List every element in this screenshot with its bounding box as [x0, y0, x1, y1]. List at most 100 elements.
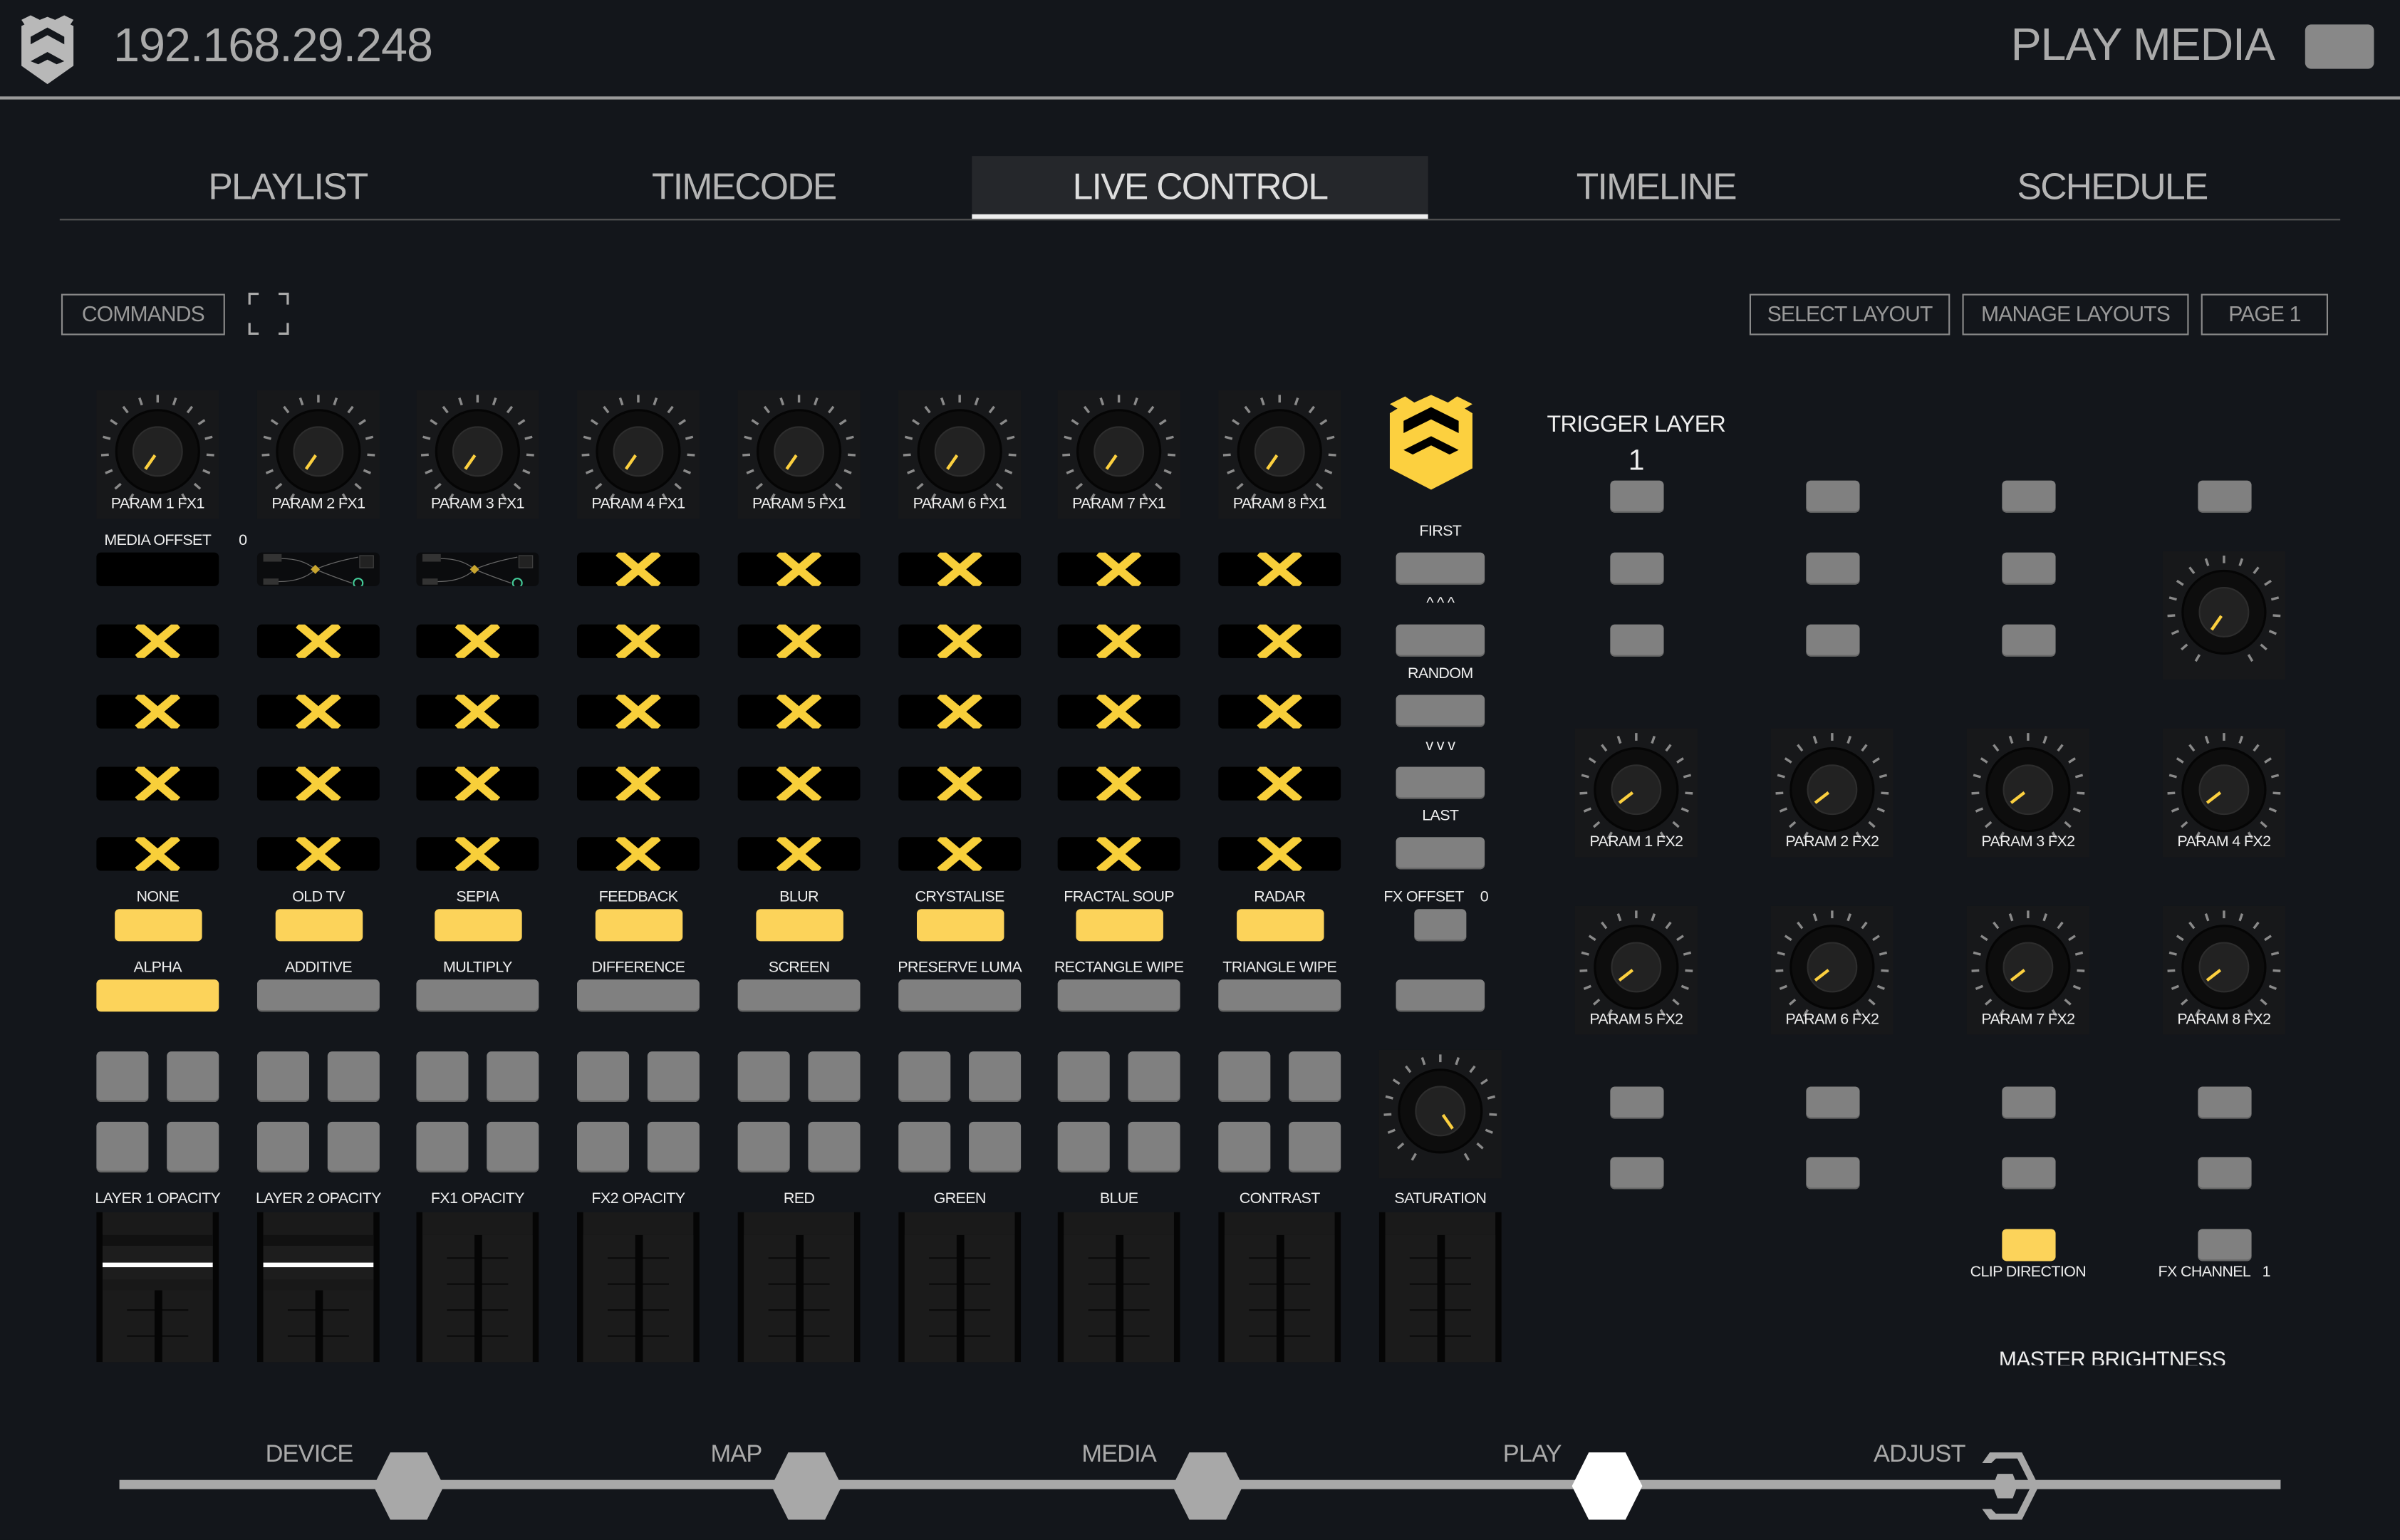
fx2-param-knob[interactable]: PARAM 7 FX2 — [1966, 905, 2089, 1035]
blend-mode-button[interactable] — [1057, 979, 1180, 1012]
clip-slot[interactable] — [256, 624, 380, 658]
clip-slot[interactable] — [1057, 766, 1180, 801]
pad-button[interactable] — [1128, 1051, 1180, 1102]
clip-slot[interactable] — [1218, 624, 1341, 658]
clip-slot[interactable] — [416, 552, 539, 586]
effect-button[interactable] — [756, 909, 843, 942]
clip-slot[interactable] — [1218, 837, 1341, 871]
tab-playlist[interactable]: PLAYLIST — [60, 156, 516, 219]
fx1-param-knob[interactable]: PARAM 6 FX1 — [898, 390, 1022, 519]
clip-slot[interactable] — [577, 837, 700, 871]
tab-live-control[interactable]: LIVE CONTROL — [972, 156, 1428, 219]
clip-slot[interactable] — [898, 766, 1022, 801]
pad-button[interactable] — [647, 1121, 700, 1172]
clip-slot[interactable] — [256, 694, 380, 729]
clip-slot[interactable] — [737, 694, 861, 729]
pad-button[interactable] — [167, 1121, 219, 1172]
pad-button[interactable] — [96, 1121, 149, 1172]
fader[interactable] — [1378, 1212, 1502, 1363]
pad-button[interactable] — [647, 1051, 700, 1102]
layer-knob[interactable] — [2162, 551, 2285, 680]
trigger-button[interactable] — [1806, 624, 1860, 657]
clip-slot[interactable] — [96, 837, 219, 871]
fx2-param-knob[interactable]: PARAM 4 FX2 — [2162, 728, 2285, 858]
blend-mode-button[interactable] — [256, 979, 380, 1012]
fx2-param-knob[interactable]: PARAM 6 FX2 — [1770, 905, 1893, 1035]
clip-slot[interactable] — [96, 624, 219, 658]
clip-slot[interactable] — [256, 552, 380, 586]
pad-button[interactable] — [808, 1121, 861, 1172]
clip-slot[interactable] — [1218, 694, 1341, 729]
pad-button[interactable] — [969, 1051, 1022, 1102]
pad-button[interactable] — [327, 1121, 380, 1172]
effect-button[interactable] — [275, 909, 363, 942]
right-panel-button[interactable] — [2198, 1086, 2252, 1119]
clip-slot[interactable] — [577, 694, 700, 729]
manage-layouts-button[interactable]: MANAGE LAYOUTS — [1962, 293, 2189, 335]
effect-button[interactable] — [917, 909, 1004, 942]
fx1-param-knob[interactable]: PARAM 2 FX1 — [256, 390, 380, 519]
pad-button[interactable] — [1128, 1121, 1180, 1172]
fader[interactable] — [898, 1212, 1022, 1363]
trigger-button[interactable] — [2198, 480, 2252, 513]
nav-device-hexagon-icon[interactable] — [372, 1451, 445, 1521]
fader[interactable] — [737, 1212, 861, 1363]
trigger-button[interactable] — [1610, 624, 1664, 657]
nav-adjust-wrench-icon[interactable] — [1971, 1451, 2045, 1521]
clip-slot[interactable] — [898, 694, 1022, 729]
select-layout-button[interactable]: SELECT LAYOUT — [1749, 293, 1950, 335]
commands-button[interactable]: COMMANDS — [61, 293, 225, 335]
clip-slot[interactable] — [577, 766, 700, 801]
clip-slot[interactable] — [416, 694, 539, 729]
clip-slot[interactable] — [1057, 552, 1180, 586]
clip-slot[interactable] — [416, 837, 539, 871]
pad-button[interactable] — [577, 1051, 630, 1102]
nav-media-label[interactable]: MEDIA — [1058, 1442, 1180, 1469]
fullscreen-icon[interactable] — [248, 292, 289, 335]
trigger-button[interactable] — [1610, 552, 1664, 585]
right-panel-button[interactable] — [1806, 1157, 1860, 1190]
clip-slot[interactable] — [1057, 837, 1180, 871]
playlist-up-button[interactable] — [1396, 624, 1485, 657]
trigger-button[interactable] — [2002, 624, 2056, 657]
nav-adjust-label[interactable]: ADJUST — [1858, 1442, 1980, 1469]
fx2-param-knob[interactable]: PARAM 2 FX2 — [1770, 728, 1893, 858]
pad-button[interactable] — [898, 1051, 951, 1102]
playlist-last-button[interactable] — [1396, 837, 1485, 870]
clip-slot[interactable] — [737, 552, 861, 586]
fx-channel-button[interactable] — [2198, 1229, 2252, 1261]
pad-button[interactable] — [256, 1121, 310, 1172]
pad-button[interactable] — [1218, 1121, 1271, 1172]
fx1-param-knob[interactable]: PARAM 5 FX1 — [737, 390, 861, 519]
trigger-button[interactable] — [1806, 480, 1860, 513]
right-panel-button[interactable] — [2002, 1086, 2056, 1119]
right-panel-button[interactable] — [1610, 1086, 1664, 1119]
pad-button[interactable] — [737, 1121, 790, 1172]
pad-button[interactable] — [96, 1051, 149, 1102]
clip-slot[interactable] — [1057, 624, 1180, 658]
blend-mode-button[interactable] — [1218, 979, 1341, 1012]
tab-timecode[interactable]: TIMECODE — [516, 156, 972, 219]
pad-button[interactable] — [737, 1051, 790, 1102]
right-panel-button[interactable] — [1610, 1157, 1664, 1190]
pad-button[interactable] — [898, 1121, 951, 1172]
right-panel-button[interactable] — [2002, 1157, 2056, 1190]
fx2-param-knob[interactable]: PARAM 1 FX2 — [1574, 728, 1698, 858]
nav-play-hexagon-icon[interactable] — [1570, 1451, 1643, 1521]
logo-icon[interactable] — [15, 14, 79, 87]
pad-button[interactable] — [969, 1121, 1022, 1172]
clip-slot[interactable] — [898, 624, 1022, 658]
pad-button[interactable] — [1289, 1121, 1341, 1172]
playlist-down-button[interactable] — [1396, 766, 1485, 799]
fader[interactable] — [577, 1212, 700, 1363]
clip-slot[interactable] — [1218, 552, 1341, 586]
blend-mode-button[interactable] — [737, 979, 861, 1012]
clip-slot[interactable] — [898, 552, 1022, 586]
trigger-button[interactable] — [2002, 552, 2056, 585]
nav-device-label[interactable]: DEVICE — [248, 1442, 370, 1469]
effect-button[interactable] — [1237, 909, 1324, 942]
blend-mode-button[interactable] — [577, 979, 700, 1012]
pad-button[interactable] — [167, 1051, 219, 1102]
pad-button[interactable] — [1057, 1051, 1110, 1102]
clip-slot[interactable] — [737, 624, 861, 658]
